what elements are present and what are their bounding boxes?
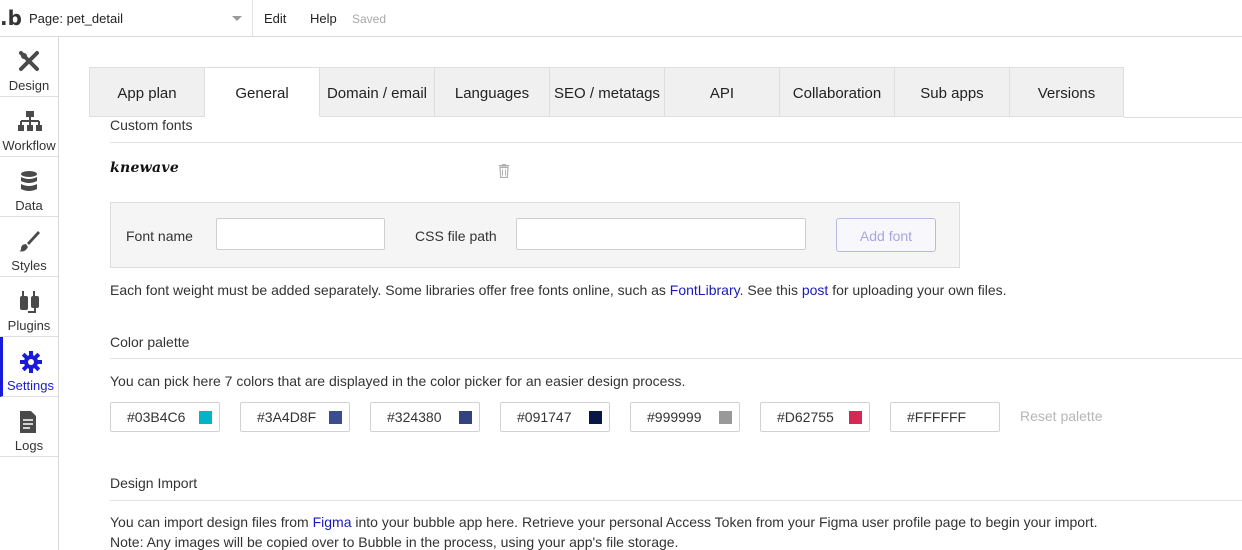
color-hex-value: #03B4C6 <box>127 409 186 425</box>
tabs-divider <box>1124 117 1242 118</box>
color-chip <box>979 411 992 424</box>
edit-menu[interactable]: Edit <box>264 11 286 26</box>
design-import-text: You can import design files from <box>110 514 313 530</box>
trash-icon[interactable] <box>498 164 510 178</box>
post-link[interactable]: post <box>802 282 828 298</box>
figma-link[interactable]: Figma <box>313 514 352 530</box>
tab-languages[interactable]: Languages <box>435 67 550 117</box>
top-bar: .b Page: pet_detail Edit Help Saved <box>0 0 1242 37</box>
sidebar-item-label: Settings <box>7 378 54 393</box>
tab-app-plan[interactable]: App plan <box>89 67 205 117</box>
color-hex-value: #D62755 <box>777 409 834 425</box>
sidebar-item-styles[interactable]: Styles <box>0 217 58 277</box>
color-hex-value: #324380 <box>387 409 442 425</box>
sidebar-item-logs[interactable]: Logs <box>0 397 58 457</box>
color-palette-title: Color palette <box>110 334 190 350</box>
tab-domain-email[interactable]: Domain / email <box>320 67 435 117</box>
color-hex-value: #3A4D8F <box>257 409 317 425</box>
sidebar-item-label: Logs <box>14 438 44 453</box>
sidebar-item-data[interactable]: Data <box>0 157 58 217</box>
sidebar-item-label: Plugins <box>7 318 51 333</box>
tab-seo-metatags[interactable]: SEO / metatags <box>550 67 665 117</box>
font-note-text: Each font weight must be added separatel… <box>110 282 670 298</box>
add-font-button[interactable]: Add font <box>836 218 936 252</box>
color-chip <box>459 411 472 424</box>
design-import-text: into your bubble app here. Retrieve your… <box>351 514 1098 530</box>
tab-sub-apps[interactable]: Sub apps <box>895 67 1010 117</box>
sidebar: Design Workflow Data Styles Plugins Sett… <box>0 37 59 550</box>
plug-icon <box>20 291 39 313</box>
bubble-logo[interactable]: .b <box>0 6 22 30</box>
color-chip <box>849 411 862 424</box>
color-palette-description: You can pick here 7 colors that are disp… <box>110 373 686 389</box>
color-chip <box>719 411 732 424</box>
color-chip <box>329 411 342 424</box>
tab-api[interactable]: API <box>665 67 780 117</box>
color-hex-value: #FFFFFF <box>907 409 967 425</box>
color-swatch[interactable]: #091747 <box>500 402 610 432</box>
section-divider <box>110 142 1242 143</box>
design-import-title: Design Import <box>110 475 198 491</box>
page-selector-label: Page: pet_detail <box>29 11 123 26</box>
color-swatch[interactable]: #999999 <box>630 402 740 432</box>
color-swatch[interactable]: #03B4C6 <box>110 402 220 432</box>
tab-general[interactable]: General <box>205 67 320 117</box>
database-icon <box>21 171 37 191</box>
save-status: Saved <box>352 12 387 26</box>
font-name-label: Font name <box>126 228 193 244</box>
design-import-line2: Note: Any images will be copied over to … <box>110 534 679 550</box>
gear-icon <box>20 351 42 373</box>
workflow-icon <box>18 111 42 131</box>
color-chip <box>589 411 602 424</box>
sidebar-item-label: Data <box>15 198 43 213</box>
chevron-down-icon <box>232 16 242 21</box>
help-menu[interactable]: Help <box>310 11 337 26</box>
document-icon <box>20 411 36 433</box>
sidebar-item-label: Workflow <box>2 138 56 153</box>
custom-fonts-title: Custom fonts <box>110 117 193 133</box>
sidebar-item-settings[interactable]: Settings <box>0 337 58 397</box>
section-divider <box>110 500 1242 501</box>
tab-versions[interactable]: Versions <box>1010 67 1124 117</box>
color-swatch[interactable]: #3A4D8F <box>240 402 350 432</box>
color-swatch[interactable]: #FFFFFF <box>890 402 1000 432</box>
tab-collaboration[interactable]: Collaboration <box>780 67 895 117</box>
color-swatch[interactable]: #D62755 <box>760 402 870 432</box>
brush-icon <box>19 231 40 252</box>
sidebar-item-workflow[interactable]: Workflow <box>0 97 58 157</box>
font-note: Each font weight must be added separatel… <box>110 282 1007 298</box>
fontlibrary-link[interactable]: FontLibrary <box>670 282 740 298</box>
page-selector[interactable]: Page: pet_detail <box>20 0 253 36</box>
color-swatch[interactable]: #324380 <box>370 402 480 432</box>
add-font-panel: Font name CSS file path Add font <box>110 202 960 268</box>
font-note-text: for uploading your own files. <box>828 282 1007 298</box>
sidebar-item-label: Design <box>8 78 50 93</box>
sidebar-item-design[interactable]: Design <box>0 37 58 97</box>
sidebar-item-plugins[interactable]: Plugins <box>0 277 58 337</box>
reset-palette-button[interactable]: Reset palette <box>1020 408 1103 424</box>
color-hex-value: #999999 <box>647 409 702 425</box>
section-divider <box>110 358 1242 359</box>
css-path-input[interactable] <box>516 218 806 250</box>
sidebar-item-label: Styles <box>11 258 47 273</box>
custom-font-name: knewave <box>110 160 180 176</box>
font-name-input[interactable] <box>216 218 385 250</box>
color-chip <box>199 411 212 424</box>
css-path-label: CSS file path <box>415 228 497 244</box>
font-note-text: . See this <box>739 282 802 298</box>
color-hex-value: #091747 <box>517 409 572 425</box>
design-import-line1: You can import design files from Figma i… <box>110 514 1098 530</box>
design-icon <box>19 51 39 71</box>
